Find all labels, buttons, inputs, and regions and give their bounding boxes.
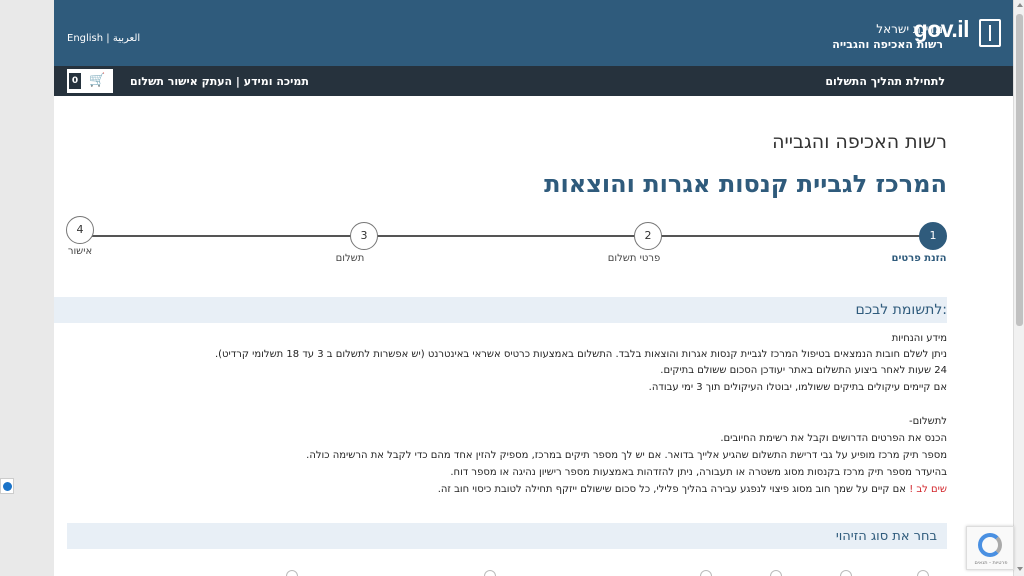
start-process-link[interactable]: לתחילת תהליך התשלום [825,75,945,88]
info-line: מידע והנחיות [891,333,947,344]
id-type-radio[interactable] [917,570,929,576]
recaptcha-footer[interactable]: פרטיות - תנאים [969,560,1013,566]
shopping-cart-icon: 🛒 [89,73,106,88]
info-line: הכנס את הפרטים הדרושים וקבל את רשימת החי… [720,433,947,444]
info-line: מספר תיק מרכז מופיע על גבי דרישת התשלום … [306,450,947,461]
step-2-circle: 2 [634,222,662,250]
main-nav: לתחילת תהליך התשלום תמיכה ומידע | העתק א… [54,66,1013,96]
recaptcha-badge[interactable]: פרטיות - תנאים [966,526,1014,570]
language-switcher: English | العربية [67,33,140,44]
attention-title: לתשומת לבכם: [855,302,947,318]
scroll-thumb[interactable] [1016,14,1023,326]
authority-title: רשות האכיפה והגבייה [772,131,947,153]
site-header: English | العربية מדינת ישראל רשות האכיפ… [54,0,1013,66]
identification-header-bar [67,523,947,549]
step-1-label: הזנת פרטים [891,253,947,264]
support-links[interactable]: תמיכה ומידע | העתק אישור תשלום [130,75,309,88]
warning-line: שים לב ! אם קיים על שמך חוב מסוג פיצוי ל… [87,483,947,497]
step-3-label: תשלום [335,253,365,264]
info-line: בהיעדר מספר תיק מרכז בקנסות מסוג משטרה א… [450,467,947,478]
step-4-circle: 4 [66,216,94,244]
state-emblem-icon [979,19,1001,47]
teamviewer-icon [3,482,12,491]
lang-english-link[interactable]: English [67,33,103,44]
id-type-radio[interactable] [700,570,712,576]
steps-progress-line [80,235,934,237]
id-type-radio-group [0,570,1024,576]
info-line: לתשלום- [909,416,947,427]
warning-text: אם קיים על שמך חוב מסוג פיצוי לנפגע עביר… [437,484,906,495]
id-type-radio[interactable] [484,570,496,576]
id-type-radio[interactable] [286,570,298,576]
govil-logo[interactable]: gov.il [914,16,970,43]
step-4-label: אישור [67,246,93,257]
page-title: המרכז לגביית קנסות אגרות והוצאות [544,170,947,198]
cart-count-badge: 0 [69,73,81,89]
teamviewer-widget[interactable] [0,478,14,494]
page-scrollbar[interactable] [1013,0,1024,576]
id-type-radio[interactable] [770,570,782,576]
attention-header-bar [54,297,947,323]
lang-arabic-link[interactable]: العربية [113,33,140,44]
cart-button[interactable]: 0 🛒 [67,69,113,93]
info-line: אם קיימים עיקולים בתיקים ששולמו, יבוטלו … [648,382,947,393]
lang-separator: | [106,33,110,44]
info-line: 24 שעות לאחר ביצוע התשלום באתר יעודכן הס… [660,365,947,376]
step-2-label: פרטי תשלום [607,253,661,264]
warning-mark: ! [909,484,914,495]
info-line: ניתן לשלם חובות הנמצאים בטיפול המרכז לגב… [214,349,947,360]
identification-title: בחר את סוג הזיהוי [835,529,937,544]
recaptcha-icon [978,533,1002,557]
id-type-radio[interactable] [840,570,852,576]
step-1-circle: 1 [919,222,947,250]
warning-label: שים לב [916,484,947,495]
scroll-up-icon[interactable] [1017,3,1023,7]
step-3-circle: 3 [350,222,378,250]
